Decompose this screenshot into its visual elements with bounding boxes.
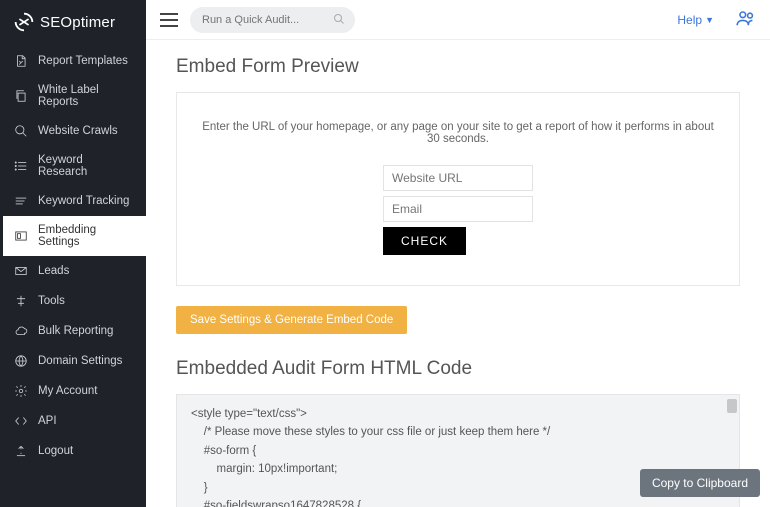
copy-icon [14,89,28,103]
brand-logo[interactable]: SEOptimer [0,0,146,46]
gear-icon [14,384,28,398]
email-input[interactable] [383,196,533,222]
globe-icon [14,354,28,368]
topbar: Help ▼ [146,0,770,40]
save-generate-button[interactable]: Save Settings & Generate Embed Code [176,306,407,334]
sidebar-item-label: Embedding Settings [38,224,132,248]
embed-form: CHECK [383,165,533,255]
check-button[interactable]: CHECK [383,227,466,255]
api-icon [14,414,28,428]
website-url-input[interactable] [383,165,533,191]
sidebar-item-label: Bulk Reporting [38,325,113,337]
sidebar-item-label: White Label Reports [38,84,132,108]
copy-clipboard-button[interactable]: Copy to Clipboard [640,469,760,497]
search-icon [14,124,28,138]
menu-toggle-icon[interactable] [160,13,178,27]
list-icon [14,159,28,173]
sidebar-item-report-templates[interactable]: Report Templates [0,46,146,76]
file-icon [14,54,28,68]
sidebar-item-api[interactable]: API [0,406,146,436]
sidebar-item-domain-settings[interactable]: Domain Settings [0,346,146,376]
quick-audit-search[interactable] [190,7,355,33]
help-menu[interactable]: Help ▼ [677,13,714,27]
sidebar-item-keyword-tracking[interactable]: Keyword Tracking [0,186,146,216]
sidebar-item-label: My Account [38,385,97,397]
sidebar-item-label: Keyword Tracking [38,195,129,207]
scrollbar-thumb[interactable] [727,399,737,413]
chevron-down-icon: ▼ [705,15,714,25]
logo-icon [14,12,34,32]
users-icon[interactable] [736,10,756,29]
search-input[interactable] [202,14,325,26]
sidebar: SEOptimer Report Templates White Label Re… [0,0,146,507]
search-icon [333,13,345,28]
brand-name: SEOptimer [40,14,115,31]
mail-icon [14,264,28,278]
tools-icon [14,294,28,308]
sidebar-item-leads[interactable]: Leads [0,256,146,286]
sidebar-item-embedding-settings[interactable]: Embedding Settings [0,216,146,256]
sidebar-item-label: API [38,415,57,427]
embed-preview-box: Enter the URL of your homepage, or any p… [176,92,740,286]
sidebar-item-tools[interactable]: Tools [0,286,146,316]
sidebar-item-label: Report Templates [38,55,128,67]
preview-description: Enter the URL of your homepage, or any p… [197,121,719,145]
sidebar-item-white-label-reports[interactable]: White Label Reports [0,76,146,116]
sidebar-item-logout[interactable]: Logout [0,436,146,466]
target-icon [14,194,28,208]
sidebar-item-label: Logout [38,445,73,457]
sidebar-item-label: Tools [38,295,65,307]
sidebar-item-my-account[interactable]: My Account [0,376,146,406]
sidebar-nav: Report Templates White Label Reports Websi… [0,46,146,466]
logout-icon [14,444,28,458]
preview-heading: Embed Form Preview [176,56,740,78]
sidebar-item-label: Website Crawls [38,125,118,137]
cloud-icon [14,324,28,338]
code-content: <style type="text/css"> /* Please move t… [191,408,550,507]
code-heading: Embedded Audit Form HTML Code [176,358,740,380]
embed-icon [14,229,28,243]
sidebar-item-website-crawls[interactable]: Website Crawls [0,116,146,146]
sidebar-item-label: Domain Settings [38,355,122,367]
main-content: Embed Form Preview Enter the URL of your… [146,40,770,507]
sidebar-item-label: Keyword Research [38,154,132,178]
sidebar-item-label: Leads [38,265,69,277]
sidebar-item-bulk-reporting[interactable]: Bulk Reporting [0,316,146,346]
sidebar-item-keyword-research[interactable]: Keyword Research [0,146,146,186]
